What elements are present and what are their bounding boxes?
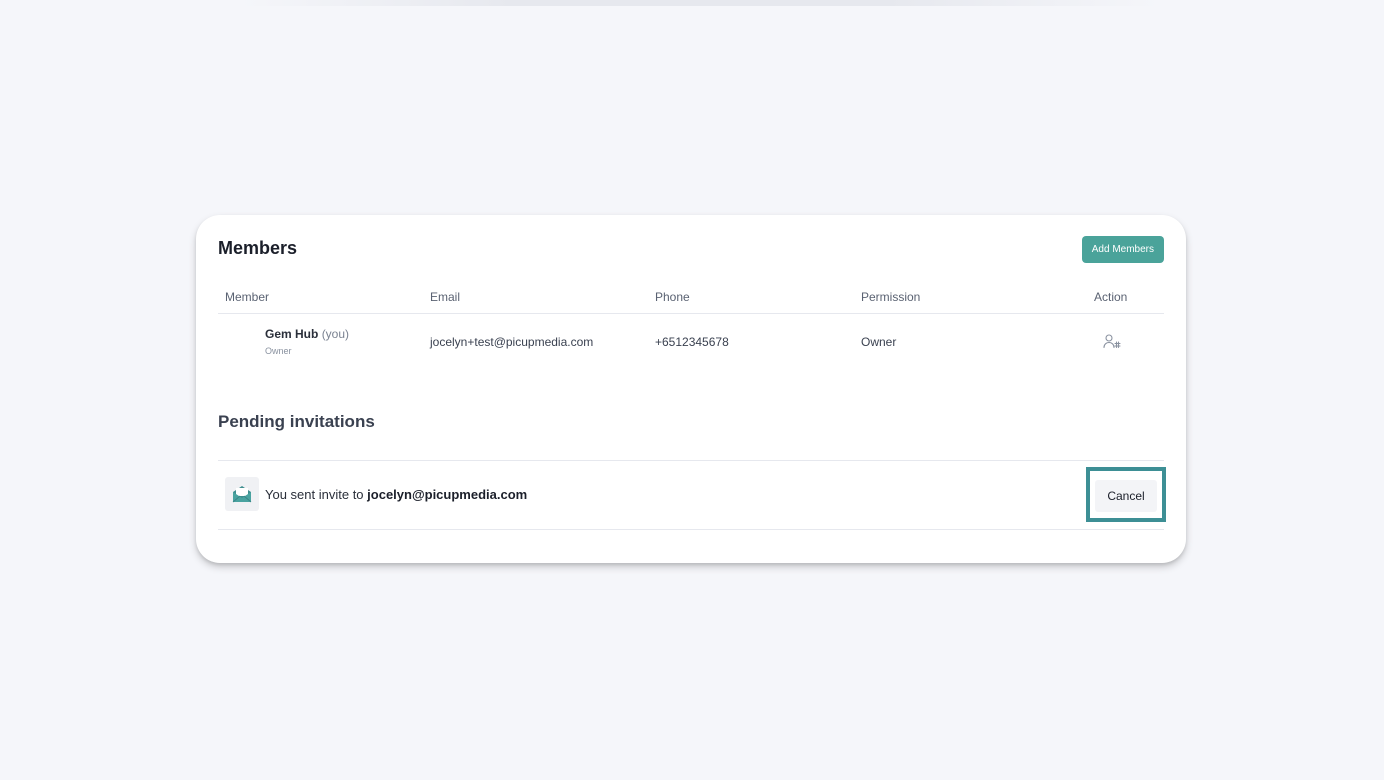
user-settings-icon[interactable] [1103, 333, 1121, 349]
member-cell: Gem Hub (you) Owner [265, 327, 349, 357]
column-header-phone: Phone [655, 290, 690, 304]
member-you-tag: (you) [321, 327, 350, 341]
column-header-permission: Permission [861, 290, 921, 304]
column-header-member: Member [225, 290, 270, 304]
member-role: Owner [265, 346, 292, 356]
list-item: You sent invite to jocelyn@picupmedia.co… [218, 460, 1166, 530]
member-email: jocelyn+test@picupmedia.com [430, 335, 594, 349]
members-table: Member Email Phone Permission Action Gem… [218, 290, 1164, 372]
member-permission: Owner [861, 335, 897, 349]
members-table-header: Member Email Phone Permission Action [218, 290, 1164, 314]
top-strip [240, 0, 1160, 6]
members-header: Members Add Members [218, 236, 1164, 264]
column-header-action: Action [1094, 290, 1128, 304]
member-phone: +6512345678 [655, 335, 729, 349]
member-name: Gem Hub [265, 327, 319, 341]
open-envelope-icon [225, 477, 259, 511]
members-card: Members Add Members Member Email Phone P… [196, 215, 1186, 563]
column-header-email: Email [430, 290, 461, 304]
cancel-highlight-box: Cancel [1086, 467, 1166, 522]
pending-invitations-title: Pending invitations [218, 412, 375, 431]
invite-message: You sent invite to jocelyn@picupmedia.co… [265, 487, 527, 503]
invite-prefix: You sent invite to [265, 487, 368, 502]
cancel-invite-button[interactable]: Cancel [1095, 480, 1157, 512]
members-title: Members [218, 238, 298, 258]
table-row: Gem Hub (you) Owner jocelyn+test@picupme… [218, 314, 1164, 372]
add-members-button[interactable]: Add Members [1081, 236, 1164, 263]
invite-email: jocelyn@picupmedia.com [367, 487, 528, 502]
